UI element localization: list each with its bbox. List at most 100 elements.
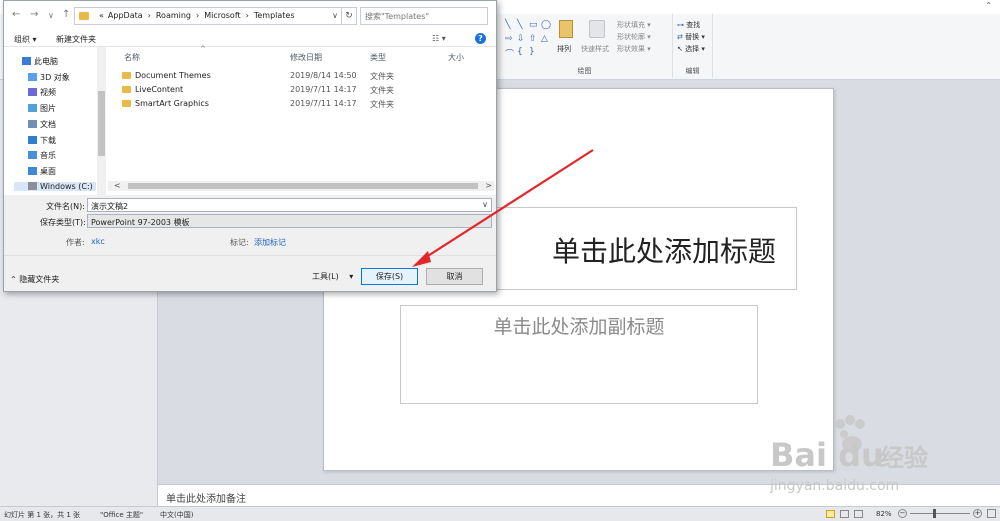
arrow-shape-icon[interactable]: ⇩ — [517, 34, 525, 44]
nav-pane-scroll-thumb[interactable] — [98, 91, 105, 156]
arrange-button[interactable]: 排列 — [557, 44, 571, 54]
column-header-name[interactable]: 名称 — [124, 52, 140, 63]
quick-styles-button[interactable]: 快速样式 — [581, 44, 609, 54]
file-row[interactable]: SmartArt Graphics 2019/7/11 14:17 文件夹 — [108, 98, 494, 111]
breadcrumb-separator[interactable]: › — [148, 11, 151, 20]
file-row[interactable]: Document Themes 2019/8/14 14:50 文件夹 — [108, 70, 494, 83]
column-header-type[interactable]: 类型 — [370, 52, 386, 63]
subtitle-placeholder-text: 单击此处添加副标题 — [493, 316, 665, 338]
back-arrow-icon[interactable]: ← — [12, 9, 20, 20]
zoom-out-icon[interactable]: − — [898, 509, 907, 518]
brace-shape-icon[interactable]: { — [517, 47, 523, 57]
forward-arrow-icon[interactable]: → — [30, 9, 38, 20]
breadcrumb-item[interactable]: Microsoft — [204, 11, 240, 20]
quick-styles-icon[interactable] — [589, 20, 605, 38]
chevron-up-icon: ⌃ — [10, 275, 17, 284]
tags-value[interactable]: 添加标记 — [254, 237, 286, 248]
zoom-slider[interactable] — [910, 513, 970, 514]
author-value[interactable]: xkc — [91, 237, 105, 246]
arrow-shape-icon[interactable]: ⇨ — [505, 34, 513, 44]
find-button[interactable]: ⊶ 查找 — [677, 20, 700, 30]
nav-pane-item[interactable]: Windows (C:) — [14, 181, 96, 191]
notes-pane[interactable]: 单击此处添加备注 — [158, 484, 1000, 506]
line-shape-icon[interactable]: ╲ — [517, 20, 522, 30]
file-list-scroll-thumb[interactable] — [128, 183, 478, 189]
author-label: 作者: — [66, 238, 85, 247]
zoom-slider-thumb[interactable] — [933, 509, 936, 518]
zoom-level[interactable]: 82% — [876, 510, 892, 518]
arc-shape-icon[interactable]: ⌒ — [505, 47, 514, 60]
navigation-pane: 此电脑 3D 对象视频图片文档下载音乐桌面 Windows (C:) — [4, 47, 106, 195]
file-row[interactable]: LiveContent 2019/7/11 14:17 文件夹 — [108, 84, 494, 97]
breadcrumb-item[interactable]: Templates — [254, 11, 295, 20]
search-input[interactable]: 搜索"Templates" — [360, 7, 488, 25]
save-button[interactable]: 保存(S) — [361, 268, 418, 285]
new-folder-button[interactable]: 新建文件夹 — [56, 34, 96, 45]
arrange-icon[interactable] — [559, 20, 573, 38]
file-list-scrollbar[interactable]: < > — [108, 181, 494, 191]
hide-folders-button[interactable]: ⌃ 隐藏文件夹 — [10, 274, 59, 285]
nav-pane-item[interactable]: 音乐 — [28, 150, 56, 161]
nav-item-label: Windows (C:) — [40, 181, 93, 191]
column-header-size[interactable]: 大小 — [448, 52, 464, 63]
oval-shape-icon[interactable]: ◯ — [541, 20, 551, 30]
filename-field[interactable]: 演示文稿2 ∨ — [87, 198, 492, 212]
breadcrumb-item[interactable]: Roaming — [156, 11, 191, 20]
nav-pane-item[interactable]: 此电脑 — [22, 56, 58, 67]
organize-button[interactable]: 组织 ▾ — [14, 34, 37, 45]
filename-dropdown-icon[interactable]: ∨ — [482, 200, 488, 209]
cursor-icon: ↖ — [677, 45, 683, 53]
column-header-date[interactable]: 修改日期 — [290, 52, 322, 63]
reading-view-icon[interactable] — [854, 510, 863, 518]
nav-pane-item[interactable]: 图片 — [28, 103, 56, 114]
file-date: 2019/7/11 14:17 — [290, 99, 357, 108]
slide-sorter-icon[interactable] — [840, 510, 849, 518]
theme-name[interactable]: "Office 主题" — [100, 510, 143, 520]
nav-pane-item[interactable]: 文档 — [28, 119, 56, 130]
replace-button[interactable]: ⇄ 替换 ▾ — [677, 32, 705, 42]
breadcrumb-separator[interactable]: › — [196, 11, 199, 20]
line-shape-icon[interactable]: ╲ — [505, 20, 510, 30]
select-button[interactable]: ↖ 选择 ▾ — [677, 44, 705, 54]
help-icon[interactable]: ? — [475, 33, 486, 44]
normal-view-icon[interactable] — [826, 510, 835, 518]
nav-pane-item[interactable]: 下载 — [28, 135, 56, 146]
nav-pane-scrollbar[interactable] — [97, 47, 106, 195]
up-arrow-icon[interactable]: ↑ — [62, 9, 70, 20]
shape-outline-button[interactable]: 形状轮廓 ▾ — [617, 32, 651, 42]
breadcrumb-item[interactable]: « — [99, 11, 104, 20]
tools-label: 工具(L) — [312, 272, 339, 281]
breadcrumb-item[interactable]: AppData — [108, 11, 143, 20]
nav-pane-item[interactable]: 桌面 — [28, 166, 56, 177]
scroll-left-icon[interactable]: < — [114, 181, 121, 190]
fit-slide-icon[interactable] — [987, 509, 996, 518]
nav-pane-item[interactable]: 视频 — [28, 87, 56, 98]
drawing-group: ╲ ╲ ▭ ◯ ⇨ ⇩ ⇧ △ ⌒ { } 排列 快速样式 形状填充 ▾ 形状轮… — [497, 14, 673, 78]
address-dropdown-icon[interactable]: ∨ — [332, 11, 338, 20]
subtitle-placeholder[interactable]: 单击此处添加副标题 — [400, 305, 758, 404]
rectangle-shape-icon[interactable]: ▭ — [529, 20, 538, 30]
arrow-shape-icon[interactable]: ⇧ — [529, 34, 537, 44]
zoom-in-icon[interactable]: + — [973, 509, 982, 518]
shape-effects-button[interactable]: 形状效果 ▾ — [617, 44, 651, 54]
collapse-ribbon-icon[interactable]: ⌃ — [985, 1, 992, 10]
recent-locations-chevron-icon[interactable]: ∨ — [48, 11, 54, 20]
address-bar[interactable]: « AppData › Roaming › Microsoft › Templates ∨ — [74, 7, 342, 25]
triangle-shape-icon[interactable]: △ — [541, 34, 548, 44]
tools-button[interactable]: 工具(L) ▾ — [312, 271, 353, 282]
dialog-toolbar: 组织 ▾ 新建文件夹 ☷ ▾ ? — [4, 31, 496, 47]
nav-item-icon — [28, 135, 37, 144]
refresh-icon[interactable]: ↻ — [342, 7, 357, 25]
breadcrumb[interactable]: « AppData › Roaming › Microsoft › Templates — [99, 11, 295, 20]
address-row: ← → ∨ ↑ « AppData › Roaming › Microsoft › Templ… — [4, 1, 496, 31]
breadcrumb-separator[interactable]: › — [246, 11, 249, 20]
filetype-select[interactable]: PowerPoint 97-2003 模板 — [87, 214, 492, 228]
language[interactable]: 中文(中国) — [160, 510, 193, 520]
scroll-right-icon[interactable]: > — [485, 181, 492, 190]
nav-pane-item[interactable]: 3D 对象 — [28, 72, 70, 83]
view-options-icon[interactable]: ☷ ▾ — [432, 34, 446, 43]
folder-icon — [122, 72, 131, 79]
cancel-button[interactable]: 取消 — [426, 268, 483, 285]
shape-fill-button[interactable]: 形状填充 ▾ — [617, 20, 651, 30]
brace-shape-icon[interactable]: } — [529, 47, 535, 57]
